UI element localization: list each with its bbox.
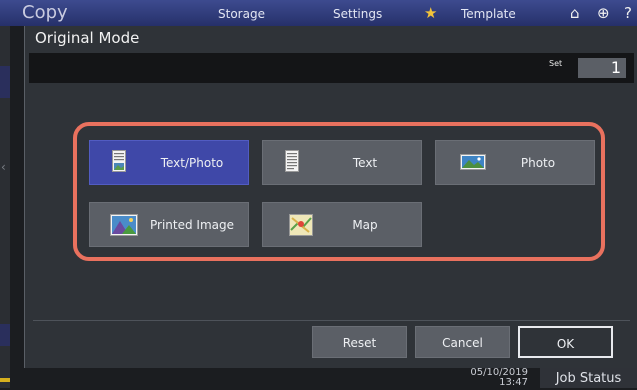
printed-image-icon xyxy=(110,214,138,239)
tab-storage[interactable]: Storage xyxy=(218,7,265,21)
mode-text-button[interactable]: Text xyxy=(262,140,422,185)
tab-settings[interactable]: Settings xyxy=(333,7,382,21)
set-count-field[interactable]: 1 xyxy=(578,58,626,78)
mode-text-photo-button[interactable]: Text/Photo xyxy=(89,140,249,185)
time: 13:47 xyxy=(499,377,528,388)
mode-label: Text xyxy=(352,156,378,170)
reset-button[interactable]: Reset xyxy=(312,326,407,358)
set-label: Set xyxy=(549,59,563,68)
app-title: Copy xyxy=(22,2,68,23)
mode-label: Map xyxy=(352,218,378,232)
job-status-button[interactable]: Job Status xyxy=(540,368,637,388)
ok-button[interactable]: OK xyxy=(518,326,613,358)
mode-map-button[interactable]: Map xyxy=(262,202,422,247)
original-mode-dialog: Original Mode Set 1 Text/Photo Text Phot… xyxy=(24,26,637,368)
background-panel-edge: ‹ xyxy=(0,26,10,388)
mode-label: Printed Image xyxy=(150,218,234,232)
date-time: 05/10/2019 13:47 xyxy=(468,368,528,388)
mode-photo-button[interactable]: Photo xyxy=(435,140,595,185)
mode-label: Photo xyxy=(520,156,556,170)
photo-icon xyxy=(460,154,486,173)
home-icon[interactable]: ⌂ xyxy=(570,4,580,22)
star-icon[interactable]: ★ xyxy=(424,4,437,22)
set-bar: Set 1 xyxy=(29,53,634,83)
app-header: Copy Storage Settings ★ Template ⌂ ⊕ ? xyxy=(0,0,637,26)
cancel-button[interactable]: Cancel xyxy=(415,326,510,358)
globe-icon[interactable]: ⊕ xyxy=(597,4,610,22)
help-icon[interactable]: ? xyxy=(624,4,632,22)
mode-printed-image-button[interactable]: Printed Image xyxy=(89,202,249,247)
mode-label: Text/Photo xyxy=(160,156,224,170)
text-document-icon xyxy=(285,150,299,175)
text-photo-icon xyxy=(112,150,126,175)
chevron-left-icon: ‹ xyxy=(1,160,6,174)
dialog-title: Original Mode xyxy=(35,29,140,47)
tab-template[interactable]: Template xyxy=(461,7,516,21)
map-icon xyxy=(289,214,313,239)
divider xyxy=(33,320,630,321)
